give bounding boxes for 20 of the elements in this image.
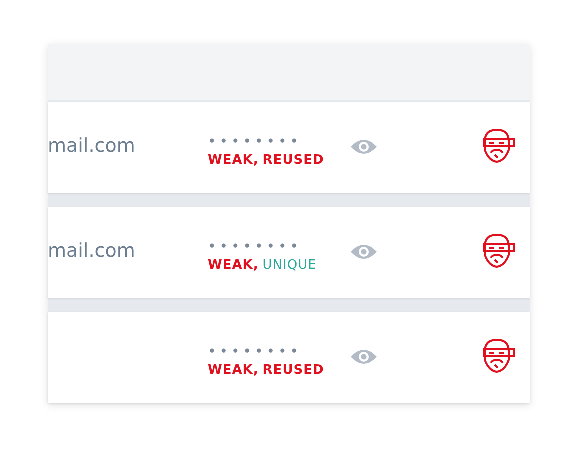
strength-tag: WEAK, bbox=[208, 152, 259, 168]
masked-face-icon bbox=[481, 128, 517, 164]
masked-face-icon bbox=[481, 232, 517, 268]
show-password-button[interactable] bbox=[350, 138, 378, 156]
username-text: mail.com bbox=[48, 134, 136, 156]
eye-icon bbox=[350, 348, 378, 366]
strength-tag: WEAK, bbox=[208, 258, 259, 272]
strength-tag: WEAK, bbox=[208, 362, 259, 378]
masked-face-icon bbox=[481, 338, 517, 374]
masked-password: •••••••• bbox=[208, 344, 304, 360]
eye-icon bbox=[350, 242, 378, 260]
username-text: mail.com bbox=[48, 240, 136, 262]
strength-tag: REUSED bbox=[262, 152, 324, 168]
strength-tag: REUSED bbox=[262, 362, 324, 378]
strength-tag: UNIQUE bbox=[262, 258, 317, 272]
show-password-button[interactable] bbox=[350, 242, 378, 260]
eye-icon bbox=[350, 138, 378, 156]
masked-password: •••••••• bbox=[208, 134, 304, 150]
masked-password: •••••••• bbox=[208, 238, 304, 254]
show-password-button[interactable] bbox=[350, 348, 378, 366]
